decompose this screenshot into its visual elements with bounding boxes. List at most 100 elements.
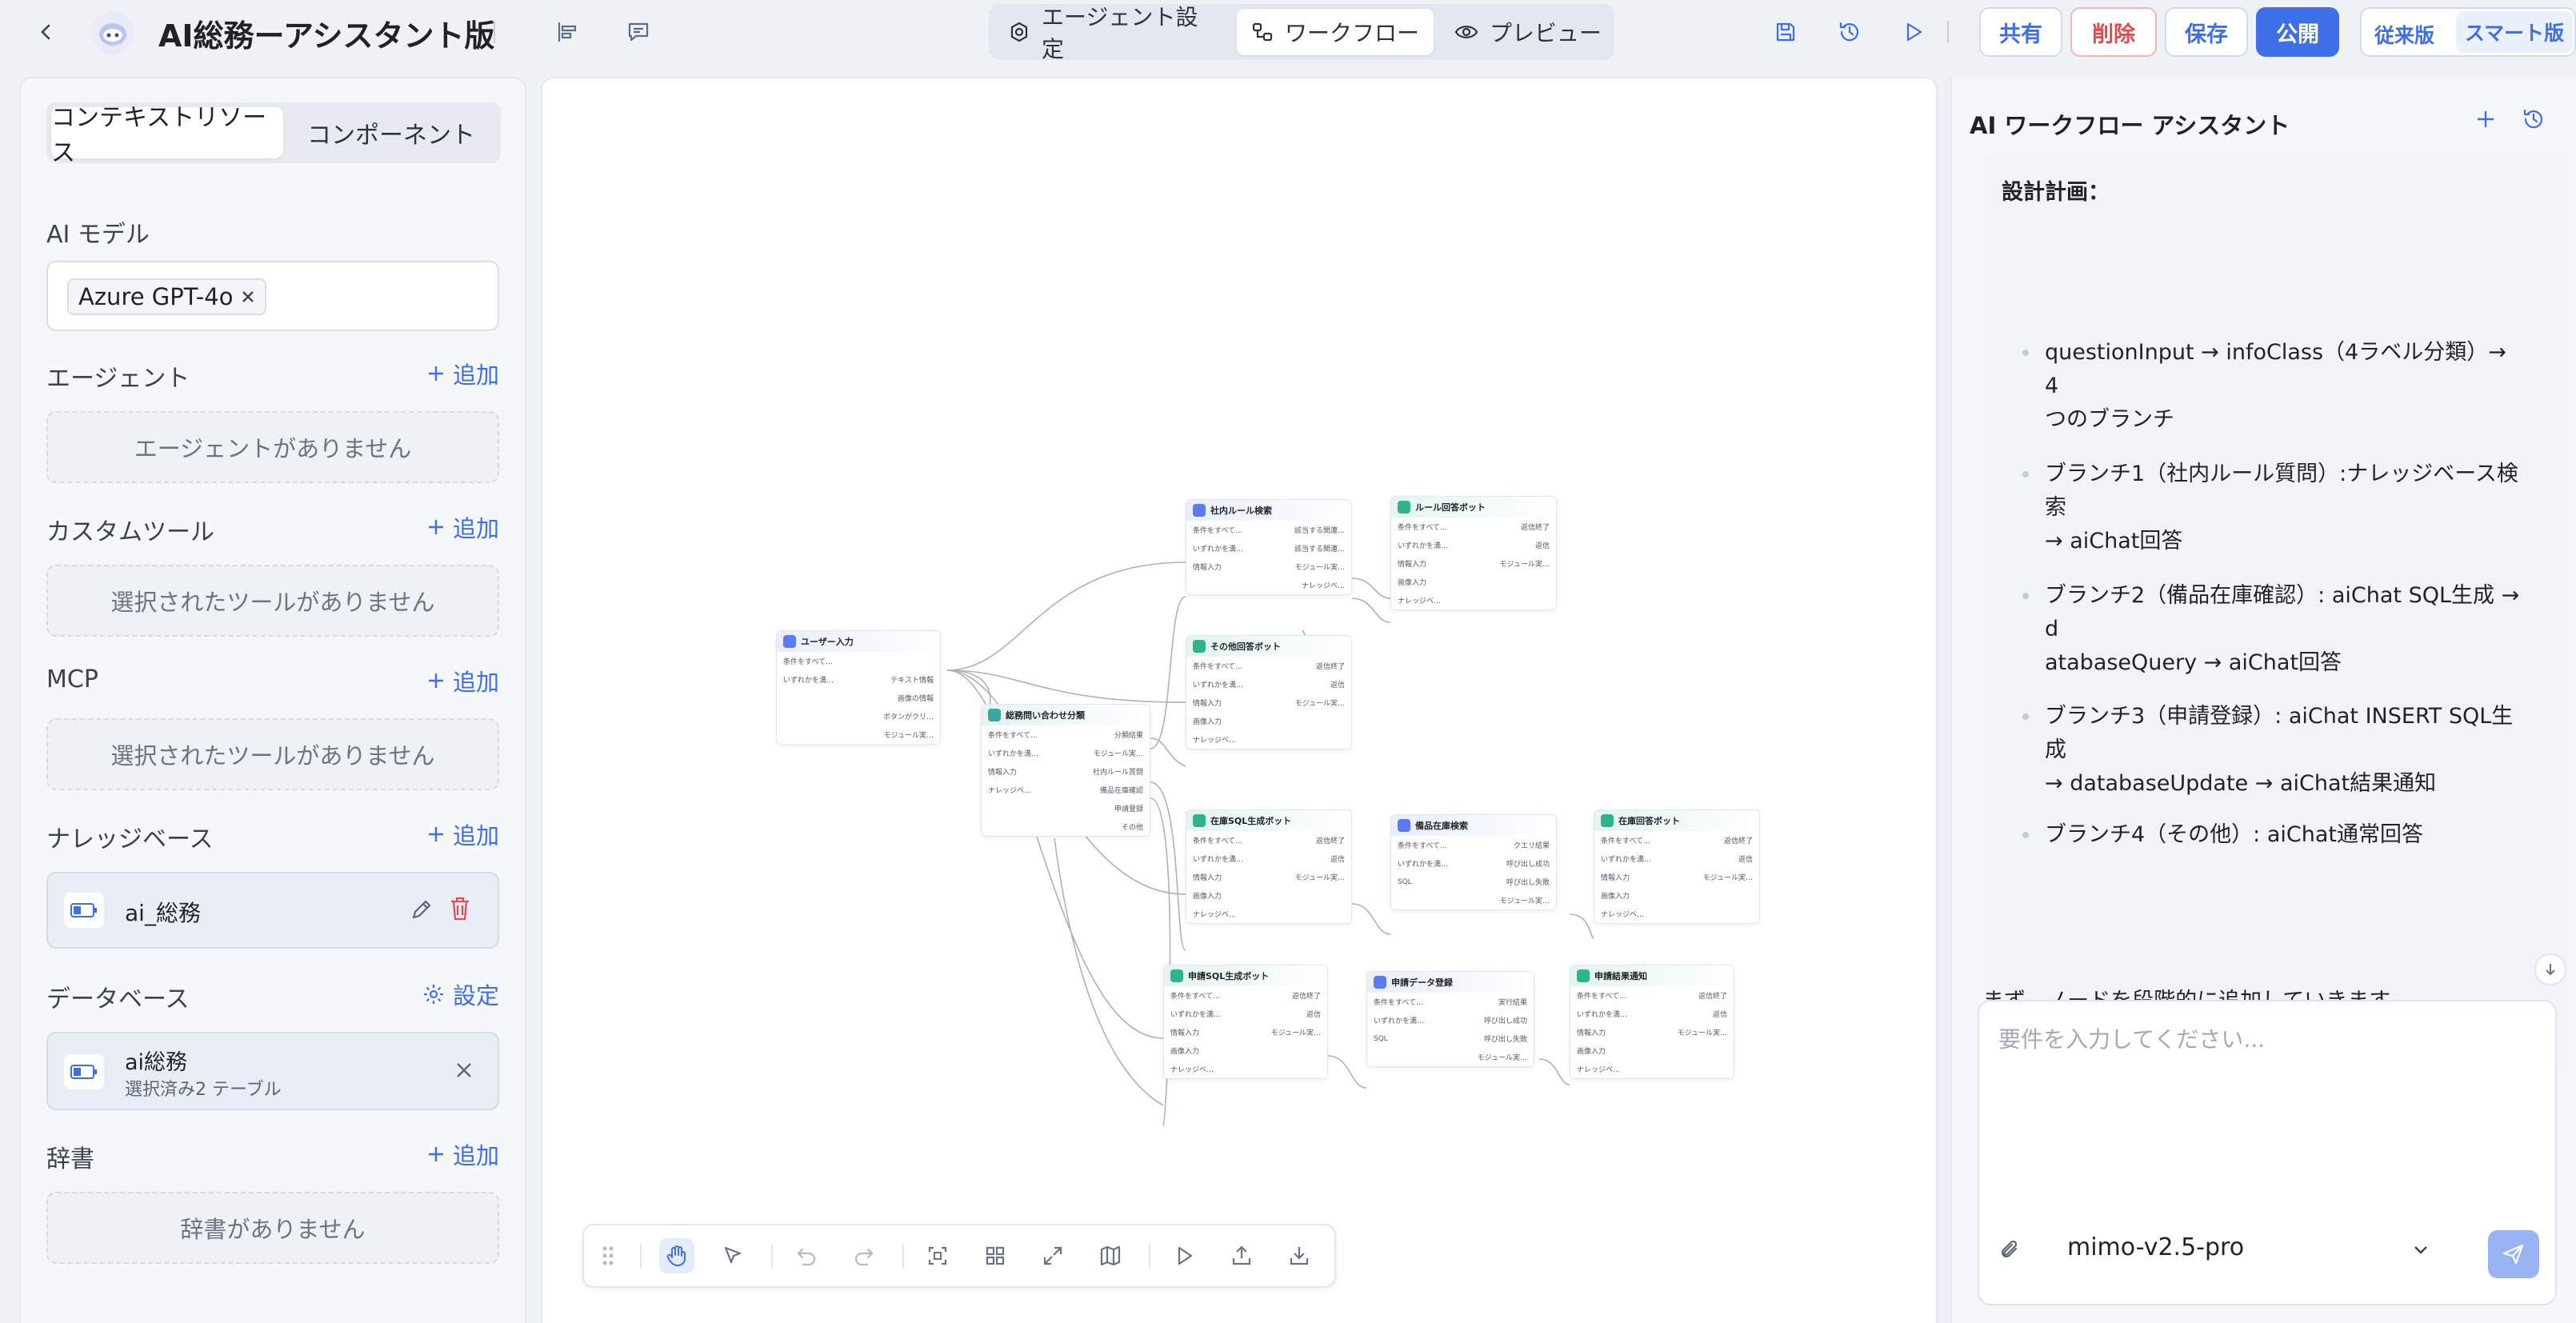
node-port-row: いずれかを満… 返信 — [1594, 849, 1759, 868]
node-title: ユーザー入力 — [801, 637, 854, 647]
ai-model-label: AI モデル — [46, 221, 150, 249]
version-smart[interactable]: スマート版 — [2456, 11, 2573, 53]
grid-icon[interactable] — [978, 1238, 1013, 1273]
remove-tag-icon[interactable] — [241, 290, 255, 304]
input-port-label: 画像入力 — [1193, 718, 1222, 726]
tab-workflow[interactable]: ワークフロー — [1237, 9, 1434, 55]
database-section: データベース 設定 — [0, 976, 499, 1016]
tab-components[interactable]: コンポーネント — [286, 107, 496, 158]
play-icon[interactable] — [1166, 1238, 1202, 1273]
knowledge-item[interactable]: ai_総務 — [46, 872, 499, 949]
node-port-row: 画像入力 — [1570, 1041, 1734, 1060]
output-port-label: 申請登録 — [1114, 805, 1143, 813]
workflow-node[interactable]: 申請結果通知 条件をすべて… 返信終了 いずれかを満… 返信 情報入力 モジュール実… 画像入… — [1570, 965, 1734, 1079]
map-icon[interactable] — [1093, 1238, 1128, 1273]
ai-model-select[interactable]: Azure GPT-4o — [46, 261, 499, 331]
node-port-row: 条件をすべて… 実行結果 — [1367, 993, 1534, 1011]
input-port-label: 画像入力 — [1398, 579, 1427, 587]
history-icon[interactable] — [2522, 107, 2546, 131]
delete-icon[interactable] — [448, 896, 472, 921]
model-select[interactable]: mimo-v2.5-pro — [2067, 1233, 2443, 1269]
input-port-label: 情報入力 — [1193, 874, 1222, 882]
drag-handle-icon[interactable] — [590, 1238, 626, 1273]
workflow-node[interactable]: 申請SQL生成ボット 条件をすべて… 返信終了 いずれかを満… 返信 情報入力 モジュール実… — [1163, 965, 1328, 1079]
workflow-node[interactable]: ユーザー入力 条件をすべて… いずれかを満… テキスト情報 画像の情報 ボタンがクリ… モジ… — [776, 630, 941, 745]
close-icon[interactable] — [454, 1061, 474, 1080]
plan-item-line: atabaseQuery → aiChat回答 — [2045, 650, 2342, 675]
add-knowledge-button[interactable]: 追加 — [427, 817, 499, 851]
save-draft-icon[interactable] — [1768, 14, 1803, 50]
align-icon[interactable] — [550, 14, 586, 50]
history-icon[interactable] — [1832, 14, 1867, 50]
node-port-row: 情報入力 モジュール実… — [1570, 1023, 1734, 1041]
publish-button[interactable]: 公開 — [2256, 7, 2339, 57]
node-port-row: いずれかを満… 返信 — [1391, 536, 1556, 554]
workflow-node[interactable]: 在庫SQL生成ボット 条件をすべて… 返信終了 いずれかを満… 返信 情報入力 モジュール実… — [1186, 809, 1352, 924]
settings-icon — [1008, 21, 1030, 43]
scroll-down-button[interactable] — [2534, 953, 2566, 985]
input-port-label: ナレッジベ… — [1577, 1066, 1621, 1074]
database-settings-label: 設定 — [452, 982, 499, 1009]
node-type-icon — [1398, 819, 1410, 832]
workflow-node[interactable]: ルール回答ボット 条件をすべて… 返信終了 いずれかを満… 返信 情報入力 モジュール実… 画… — [1390, 496, 1557, 610]
new-chat-icon[interactable] — [2475, 109, 2496, 130]
database-item[interactable]: ai総務 選択済み2 テーブル — [46, 1032, 499, 1110]
node-title: 申請データ登録 — [1391, 977, 1453, 988]
node-port-row: ナレッジベ… — [1594, 905, 1759, 923]
plan-item: ブランチ4（その他）: aiChat通常回答 — [2045, 818, 2525, 852]
dictionary-empty: 辞書がありません — [46, 1192, 499, 1264]
pointer-icon[interactable] — [715, 1238, 750, 1273]
node-port-row: 画像の情報 — [777, 689, 940, 707]
model-tag-label: Azure GPT-4o — [78, 283, 234, 310]
import-icon[interactable] — [1282, 1238, 1317, 1273]
input-port-label: 画像入力 — [1577, 1048, 1606, 1056]
version-classic[interactable]: 従来版 — [2374, 20, 2434, 49]
input-port-label: 情報入力 — [1398, 561, 1427, 569]
tab-preview[interactable]: プレビュー — [1446, 9, 1606, 55]
workflow-canvas[interactable]: ユーザー入力 条件をすべて… いずれかを満… テキスト情報 画像の情報 ボタンがクリ… モジ… — [541, 77, 1938, 1323]
workflow-node[interactable]: 社内ルール検索 条件をすべて… 該当する関連… いずれかを満… 該当する関連… 情報入力 モ… — [1186, 499, 1352, 595]
tab-context-resources[interactable]: コンテキストリソース — [51, 104, 283, 167]
bullet — [2022, 350, 2029, 356]
input-port-label: 情報入力 — [1193, 700, 1222, 708]
expand-icon[interactable] — [1035, 1238, 1070, 1273]
back-icon[interactable] — [32, 18, 61, 46]
node-port-row: ボタンがクリ… — [777, 707, 940, 725]
share-button[interactable]: 共有 — [1979, 7, 2062, 57]
add-agent-button[interactable]: 追加 — [427, 357, 499, 390]
edit-icon[interactable] — [410, 897, 434, 921]
delete-button[interactable]: 削除 — [2070, 7, 2157, 57]
workflow-node[interactable]: 申請データ登録 条件をすべて… 実行結果 いずれかを満… 呼び出し成功 SQL 呼び出し失敗… — [1366, 971, 1534, 1067]
custom-tool-section: カスタムツール 追加 — [0, 509, 499, 549]
run-icon[interactable] — [1896, 14, 1931, 50]
node-port-row: いずれかを満… 呼び出し成功 — [1391, 854, 1556, 873]
node-header: 申請データ登録 — [1367, 972, 1534, 993]
add-custom-tool-button[interactable]: 追加 — [427, 510, 499, 544]
export-icon[interactable] — [1224, 1238, 1259, 1273]
tab-agent-settings[interactable]: エージェント設定 — [1003, 4, 1219, 62]
comment-icon[interactable] — [621, 14, 656, 50]
node-port-row: 情報入力 モジュール実… — [1186, 558, 1351, 576]
agent-empty: エージェントがありません — [46, 411, 499, 483]
input-port-label: いずれかを満… — [1577, 1011, 1628, 1019]
node-port-row: モジュール実… — [777, 725, 940, 744]
workflow-node[interactable]: 在庫回答ボット 条件をすべて… 返信終了 いずれかを満… 返信 情報入力 モジュール実… 画像… — [1594, 809, 1760, 924]
send-button[interactable] — [2488, 1230, 2539, 1278]
add-dictionary-button[interactable]: 追加 — [427, 1137, 499, 1171]
workflow-node[interactable]: その他回答ボット 条件をすべて… 返信終了 いずれかを満… 返信 情報入力 モジュール実… 画… — [1186, 635, 1352, 749]
node-title: 在庫回答ボット — [1618, 816, 1680, 826]
workflow-node[interactable]: 備品在庫検索 条件をすべて… クエリ結果 いずれかを満… 呼び出し成功 SQL 呼び出し失敗… — [1390, 814, 1557, 910]
workflow-node[interactable]: 総務問い合わせ分類 条件をすべて… 分類結果 いずれかを満… モジュール実… 情報入力 社内… — [981, 704, 1150, 837]
bullet — [2022, 471, 2029, 478]
fit-view-icon[interactable] — [920, 1238, 955, 1273]
node-title: その他回答ボット — [1210, 642, 1281, 652]
save-button[interactable]: 保存 — [2165, 7, 2248, 57]
database-settings-button[interactable]: 設定 — [422, 977, 499, 1011]
hand-tool-icon[interactable] — [659, 1238, 694, 1273]
input-port-label: 情報入力 — [988, 769, 1018, 777]
chat-input[interactable]: 要件を入力してください... — [1998, 1022, 2265, 1054]
add-mcp-button[interactable]: 追加 — [427, 664, 499, 697]
undo-icon[interactable] — [789, 1238, 824, 1273]
attach-icon[interactable] — [1998, 1238, 2022, 1262]
redo-icon[interactable] — [846, 1238, 882, 1273]
